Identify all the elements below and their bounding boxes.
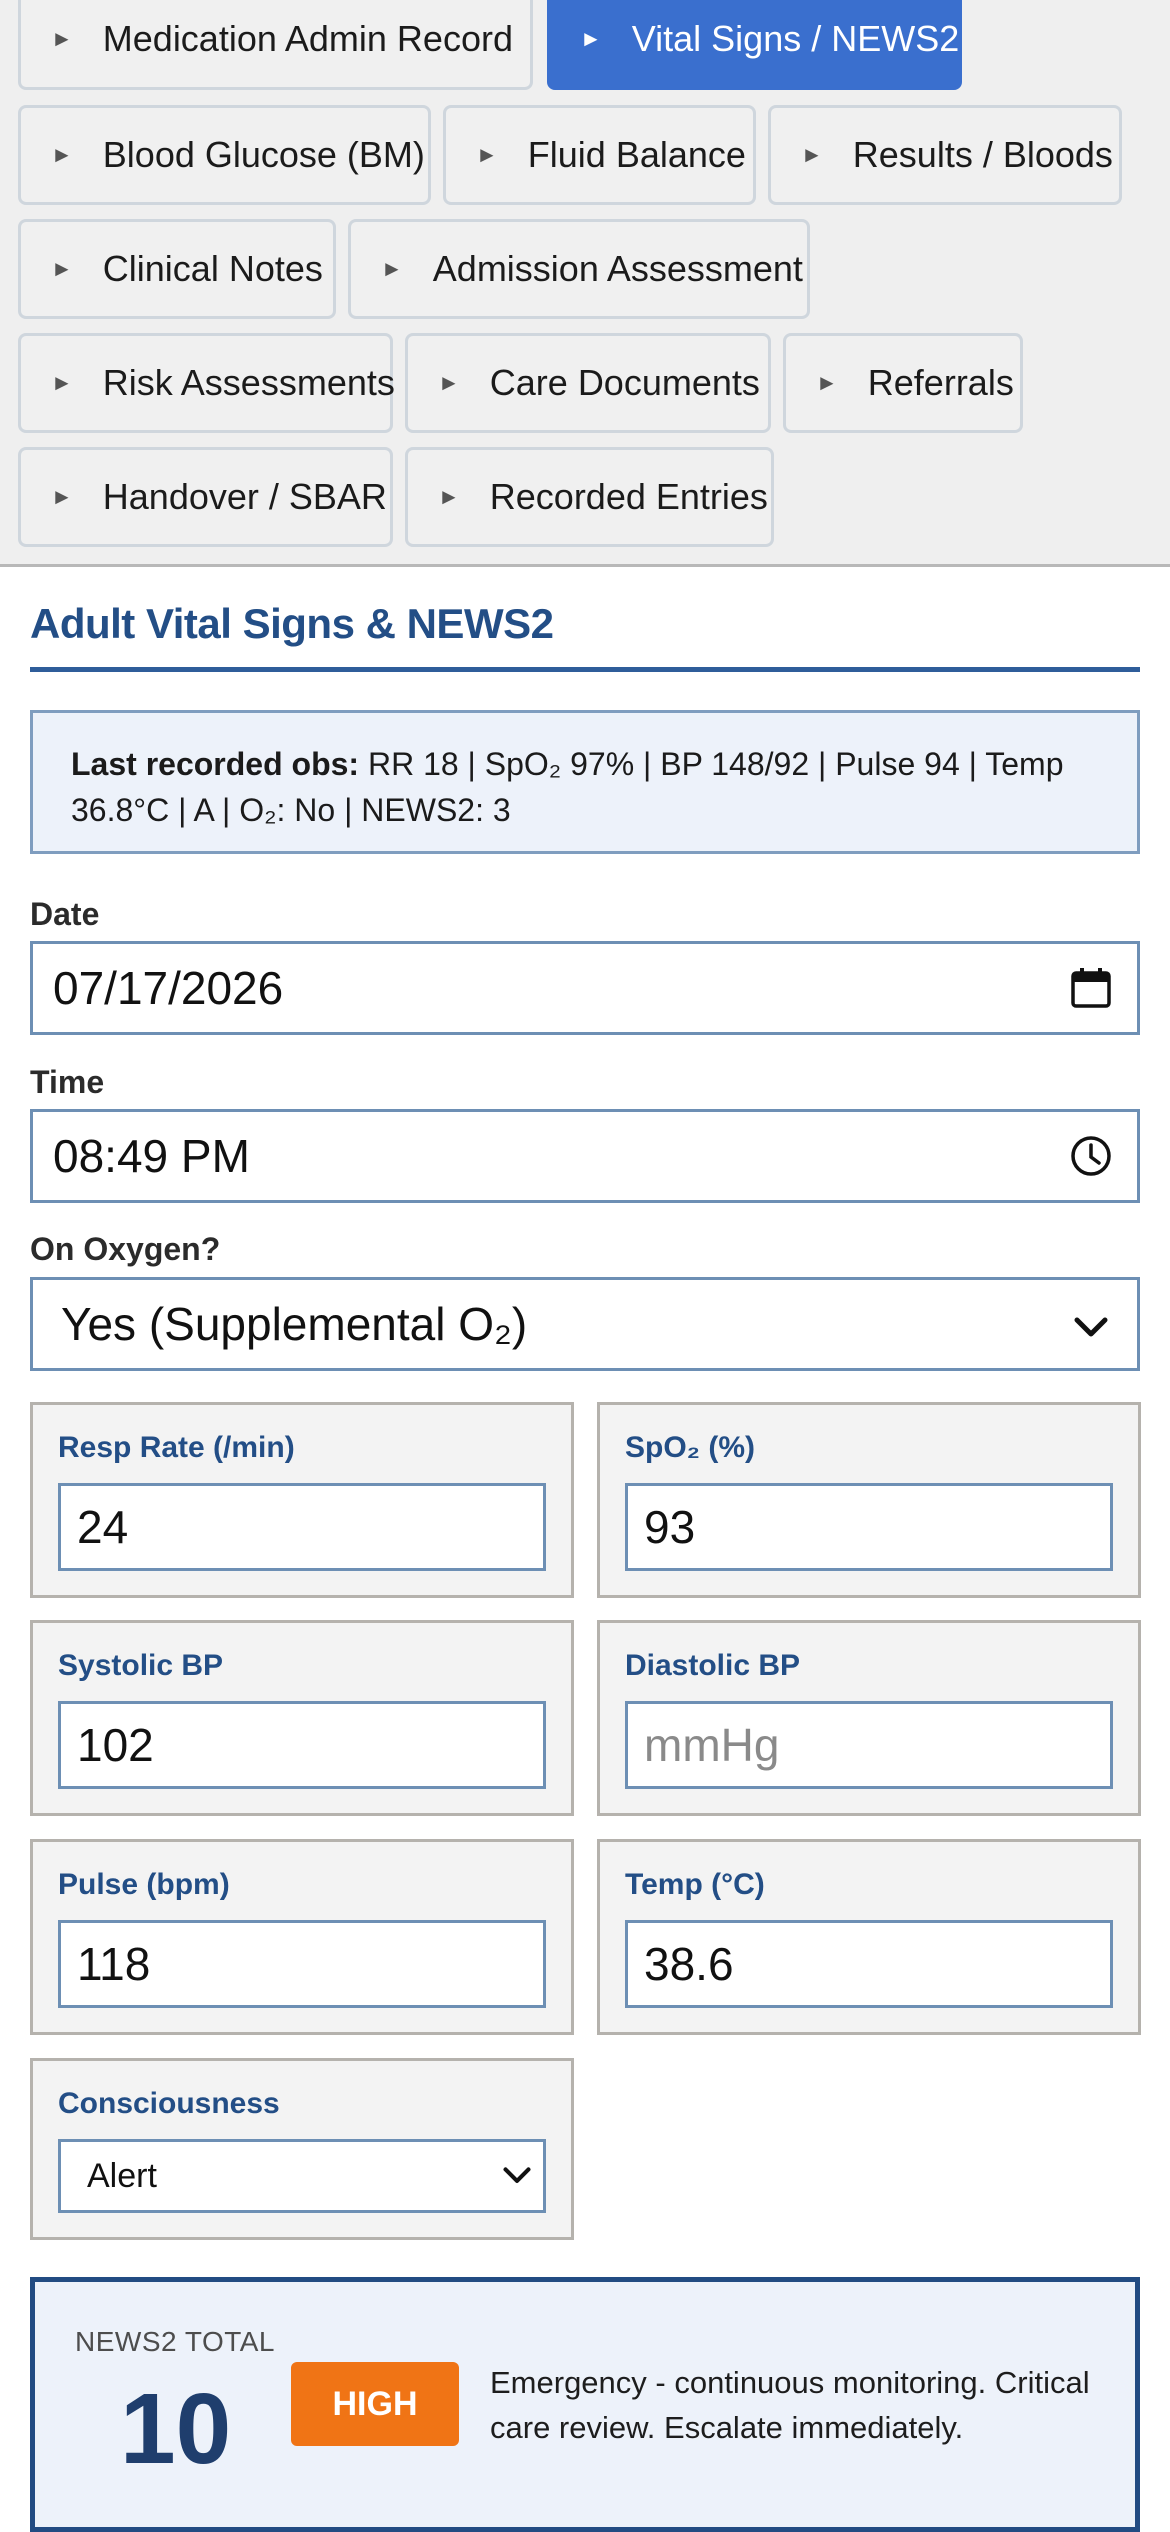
- title-divider: [30, 667, 1140, 672]
- systolic-bp-input[interactable]: 102: [58, 1701, 546, 1789]
- tab-label: Handover / SBAR: [102, 476, 387, 517]
- spo2-input[interactable]: 93: [625, 1483, 1113, 1571]
- pulse-input[interactable]: 118: [58, 1920, 546, 2008]
- tab-results-bloods[interactable]: ► Results / Bloods: [768, 105, 1122, 205]
- temp-input[interactable]: 38.6: [625, 1920, 1113, 2008]
- tab-care-documents[interactable]: ► Care Documents: [405, 333, 771, 433]
- consciousness-card: Consciousness Alert: [30, 2058, 574, 2240]
- tab-handover-sbar[interactable]: ► Handover / SBAR: [18, 447, 393, 547]
- news2-summary: NEWS2 TOTAL 10 HIGH Emergency - continuo…: [30, 2277, 1140, 2532]
- tab-label: Results / Bloods: [852, 134, 1113, 175]
- play-arrow-icon: ►: [438, 484, 460, 509]
- play-arrow-icon: ►: [51, 484, 73, 509]
- oxygen-value: Yes (Supplemental O₂): [61, 1298, 528, 1350]
- risk-badge: HIGH: [291, 2362, 459, 2446]
- spo2-card: SpO₂ (%) 93: [597, 1402, 1141, 1598]
- pulse-label: Pulse (bpm): [58, 1868, 230, 1901]
- play-arrow-icon: ►: [51, 370, 73, 395]
- page-title: Adult Vital Signs & NEWS2: [30, 600, 554, 647]
- consciousness-select[interactable]: Alert: [58, 2139, 546, 2213]
- last-obs-label: Last recorded obs:: [71, 746, 360, 782]
- date-label: Date: [30, 896, 100, 932]
- play-arrow-icon: ►: [816, 370, 838, 395]
- tab-admission-assessment[interactable]: ► Admission Assessment: [348, 219, 810, 319]
- escalation-text: Emergency - continuous monitoring. Criti…: [490, 2365, 1090, 2445]
- oxygen-label: On Oxygen?: [30, 1231, 221, 1267]
- play-arrow-icon: ►: [476, 142, 498, 167]
- tab-fluid-balance[interactable]: ► Fluid Balance: [443, 105, 756, 205]
- chevron-down-icon: [503, 2167, 531, 2183]
- chevron-down-icon: [1074, 1317, 1108, 1337]
- play-arrow-icon: ►: [51, 256, 73, 281]
- tab-bar: ► Medication Admin Record ► Vital Signs …: [0, 0, 1170, 567]
- resp-rate-label: Resp Rate (/min): [58, 1431, 295, 1464]
- time-label: Time: [30, 1064, 105, 1100]
- spo2-label: SpO₂ (%): [625, 1431, 755, 1464]
- systolic-bp-label: Systolic BP: [58, 1649, 224, 1682]
- resp-rate-card: Resp Rate (/min) 24: [30, 1402, 574, 1598]
- play-arrow-icon: ►: [801, 142, 823, 167]
- calendar-icon[interactable]: [1069, 966, 1113, 1010]
- resp-rate-input[interactable]: 24: [58, 1483, 546, 1571]
- consciousness-label: Consciousness: [58, 2087, 280, 2120]
- systolic-bp-card: Systolic BP 102: [30, 1620, 574, 1816]
- tab-recorded-entries[interactable]: ► Recorded Entries: [405, 447, 774, 547]
- tab-label: Recorded Entries: [489, 476, 768, 517]
- tab-label: Clinical Notes: [102, 248, 323, 289]
- tab-label: Risk Assessments: [102, 362, 395, 403]
- temp-label: Temp (°C): [625, 1868, 765, 1901]
- oxygen-select[interactable]: Yes (Supplemental O₂): [30, 1277, 1140, 1371]
- tab-label: Referrals: [867, 362, 1014, 403]
- temp-card: Temp (°C) 38.6: [597, 1839, 1141, 2035]
- time-field[interactable]: 08:49 PM: [30, 1109, 1140, 1203]
- tab-clinical-notes[interactable]: ► Clinical Notes: [18, 219, 336, 319]
- tab-risk-assessments[interactable]: ► Risk Assessments: [18, 333, 395, 433]
- time-value: 08:49 PM: [53, 1130, 250, 1182]
- play-arrow-icon: ►: [381, 256, 403, 281]
- diastolic-bp-input[interactable]: mmHg: [625, 1701, 1113, 1789]
- tab-medication-admin-record[interactable]: ► Medication Admin Record: [18, 0, 533, 90]
- news2-score: 10: [120, 2373, 232, 2485]
- tab-label: Admission Assessment: [432, 248, 803, 289]
- consciousness-value: Alert: [87, 2156, 157, 2195]
- play-arrow-icon: ►: [51, 26, 73, 51]
- tab-label: Care Documents: [489, 362, 760, 403]
- tab-label: Medication Admin Record: [102, 18, 513, 59]
- tab-blood-glucose[interactable]: ► Blood Glucose (BM): [18, 105, 431, 205]
- date-value: 07/17/2026: [53, 962, 284, 1014]
- diastolic-bp-card: Diastolic BP mmHg: [597, 1620, 1141, 1816]
- play-arrow-icon: ►: [51, 142, 73, 167]
- tab-label: Blood Glucose (BM): [102, 134, 425, 175]
- tab-vital-signs-news2[interactable]: ► Vital Signs / NEWS2: [547, 0, 962, 90]
- date-field[interactable]: 07/17/2026: [30, 941, 1140, 1035]
- news2-total-label: NEWS2 TOTAL: [75, 2326, 275, 2357]
- last-obs-banner: Last recorded obs: RR 18 | SpO₂ 97% | BP…: [30, 710, 1140, 854]
- tab-label: Fluid Balance: [527, 134, 746, 175]
- pulse-card: Pulse (bpm) 118: [30, 1839, 574, 2035]
- play-arrow-icon: ►: [580, 26, 602, 51]
- diastolic-bp-label: Diastolic BP: [625, 1649, 801, 1682]
- play-arrow-icon: ►: [438, 370, 460, 395]
- clock-icon[interactable]: [1069, 1134, 1113, 1178]
- tab-referrals[interactable]: ► Referrals: [783, 333, 1023, 433]
- tab-label: Vital Signs / NEWS2: [631, 18, 960, 59]
